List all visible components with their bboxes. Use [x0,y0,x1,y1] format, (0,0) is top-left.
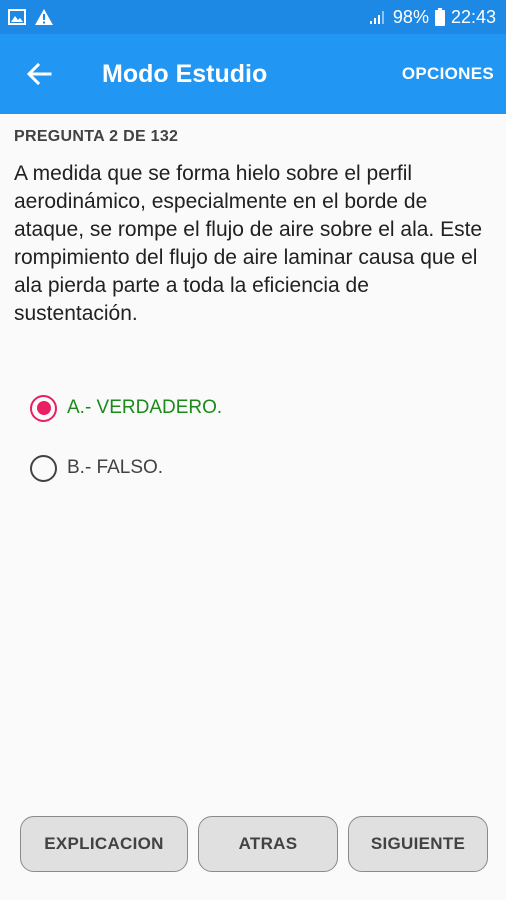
bottom-buttons: EXPLICACION ATRAS SIGUIENTE [20,816,488,872]
radio-unchecked-icon[interactable] [30,454,57,482]
explanation-button[interactable]: EXPLICACION [20,816,188,872]
answer-options: A.- VERDADERO. B.- FALSO. [30,392,470,512]
question-text: A medida que se forma hielo sobre el per… [14,162,483,325]
battery-percent: 98% [392,6,429,27]
status-left [8,8,54,26]
question-section: PREGUNTA 2 DE 132 A medida que se forma … [14,128,494,328]
radio-checked-icon[interactable] [30,394,57,422]
next-button[interactable]: SIGUIENTE [348,816,488,872]
signal-icon [369,11,384,24]
options-button[interactable]: OPCIONES [390,64,506,84]
status-right: 98% 22:43 [369,7,496,28]
back-nav-button[interactable]: ATRAS [198,816,338,872]
question-counter: PREGUNTA 2 DE 132 [14,128,179,145]
warning-icon [35,9,53,25]
option-a[interactable]: A.- VERDADERO. [30,392,470,424]
clock: 22:43 [450,6,496,27]
battery-icon [434,8,445,26]
option-a-label: A.- VERDADERO. [67,397,223,418]
page-title: Modo Estudio [102,59,268,88]
app-bar: Modo Estudio OPCIONES [0,34,506,114]
back-button[interactable] [0,34,78,114]
image-icon [8,9,26,25]
arrow-back-icon [26,62,52,86]
option-b[interactable]: B.- FALSO. [30,452,470,484]
status-bar: 98% 22:43 [0,0,506,34]
option-b-label: B.- FALSO. [67,457,164,478]
